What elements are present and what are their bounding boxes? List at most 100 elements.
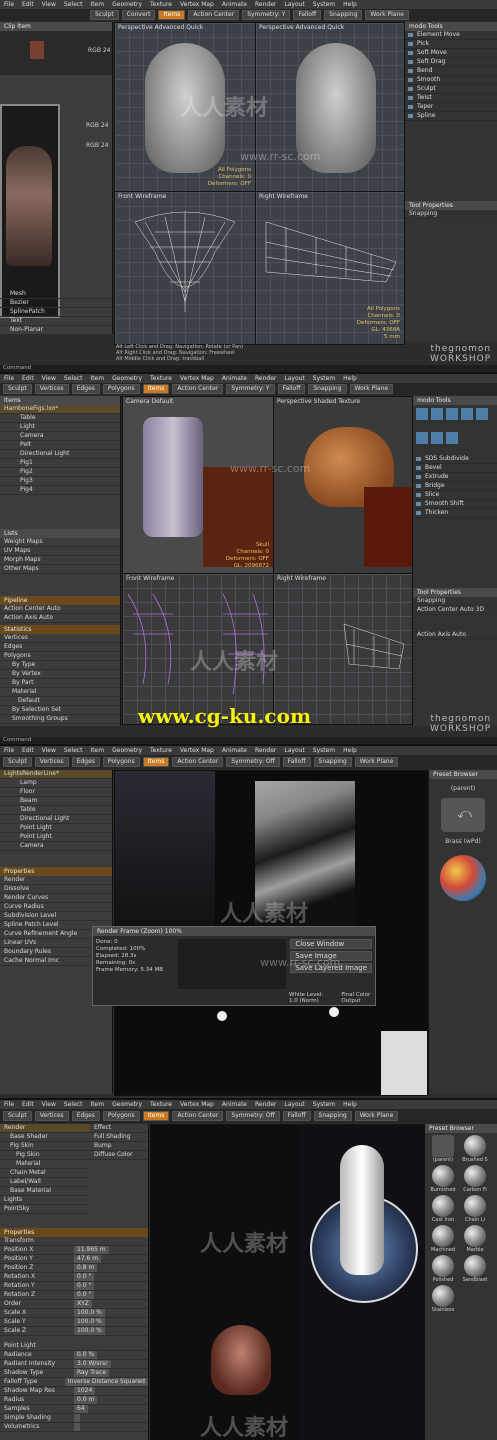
preset-tile[interactable]: Polished xyxy=(427,1255,459,1283)
menu-select[interactable]: Select xyxy=(64,747,83,754)
sculpt-button[interactable]: Sculpt xyxy=(90,10,119,20)
viewport-right[interactable]: Right Wireframe All Polygons Channels: 0… xyxy=(255,191,405,345)
reference-image-window[interactable] xyxy=(0,104,60,318)
stat-row[interactable]: By Part xyxy=(0,679,120,688)
property-value-field[interactable]: 1024 xyxy=(74,1387,96,1395)
property-row[interactable]: Position X 11.965 m xyxy=(0,1246,148,1255)
menu-layout[interactable]: Layout xyxy=(284,747,304,754)
shader-item[interactable]: Label/Wall xyxy=(0,1178,90,1187)
tool-icon[interactable] xyxy=(416,408,428,420)
menu-file[interactable]: File xyxy=(4,1101,14,1108)
viewport-right-wire[interactable]: Right Wireframe xyxy=(273,573,413,725)
menu-file[interactable]: File xyxy=(4,747,14,754)
final-color-output-select[interactable]: Final Color Output xyxy=(341,992,375,1004)
tool-icon[interactable] xyxy=(446,408,458,420)
menu-edit[interactable]: Edit xyxy=(22,1101,34,1108)
shader-item[interactable]: Base Shader xyxy=(0,1133,90,1142)
preset-tile[interactable]: Chain Li xyxy=(459,1195,491,1223)
property-value-field[interactable] xyxy=(74,1423,80,1431)
tool-sds-subdivide[interactable]: SDS Subdivide xyxy=(413,455,497,464)
effect-value[interactable]: Full Shading xyxy=(90,1133,148,1142)
action-center-button[interactable]: Action Center xyxy=(188,10,240,20)
property-value-field[interactable]: 64 xyxy=(74,1405,88,1413)
property-value-field[interactable]: 3.0 W/srsr xyxy=(74,1360,111,1368)
falloff-button[interactable]: Falloff xyxy=(282,1111,311,1121)
tool-smooth-shift[interactable]: Smooth Shift xyxy=(413,500,497,509)
property-value-field[interactable]: 47.6 m xyxy=(74,1255,102,1263)
menu-layout[interactable]: Layout xyxy=(284,1101,304,1108)
vertices-button[interactable]: Vertices xyxy=(34,757,69,767)
stat-row[interactable]: By Vertex xyxy=(0,670,120,679)
stat-row[interactable]: By Type xyxy=(0,661,120,670)
list-item[interactable]: Weight Maps xyxy=(0,538,120,547)
items-button[interactable]: Items xyxy=(142,757,170,767)
list-item[interactable]: Pig3 xyxy=(0,477,120,486)
property-row[interactable]: Rotation X 0.0 ° xyxy=(0,1273,148,1282)
property-value-field[interactable]: 0.0 % xyxy=(74,1351,98,1359)
list-item[interactable]: Action Center Auto xyxy=(0,605,120,614)
edges-button[interactable]: Edges xyxy=(71,757,100,767)
list-item[interactable]: Lamp xyxy=(0,779,112,788)
preset-tile[interactable]: Burnished xyxy=(427,1165,459,1193)
viewport-perspective-right[interactable]: Perspective Advanced Quick xyxy=(255,22,405,192)
list-item[interactable]: Pig4 xyxy=(0,486,120,495)
prop-row[interactable]: Render xyxy=(0,876,112,885)
menu-vertex-map[interactable]: Vertex Map xyxy=(180,1,214,8)
stat-row[interactable]: Smoothing Groups xyxy=(0,715,120,724)
shader-item[interactable]: Base Material xyxy=(0,1187,90,1196)
preset-tile[interactable]: Brushed S xyxy=(459,1135,491,1163)
menu-texture[interactable]: Texture xyxy=(150,1,172,8)
list-item-non-planar[interactable]: Non-Planar xyxy=(0,326,112,334)
snapping-button[interactable]: Snapping xyxy=(313,1111,352,1121)
menu-render[interactable]: Render xyxy=(255,375,276,382)
prop-row[interactable]: Curve Radius xyxy=(0,903,112,912)
prop-row[interactable]: Subdivision Level xyxy=(0,912,112,921)
tool-pick[interactable]: Pick xyxy=(405,40,497,49)
snapping-button[interactable]: Snapping xyxy=(313,757,352,767)
list-item[interactable]: Pelt xyxy=(0,441,120,450)
shader-item[interactable]: PointSky xyxy=(0,1205,90,1214)
viewport-textured[interactable]: Perspective Shaded Texture xyxy=(273,396,413,574)
menu-help[interactable]: Help xyxy=(343,747,357,754)
list-item-text[interactable]: Text xyxy=(0,317,112,326)
effect-value[interactable]: Diffuse Color xyxy=(90,1151,148,1160)
list-item[interactable]: LightsRenderLine* xyxy=(0,770,112,779)
property-row[interactable]: Position Z 0.8 m xyxy=(0,1264,148,1273)
material-preview-sphere[interactable] xyxy=(440,855,486,901)
light-property-row[interactable]: Shadow Type Ray Trace xyxy=(0,1369,148,1378)
property-value-field[interactable]: 0.0 ° xyxy=(74,1273,95,1281)
perspective-viewport[interactable] xyxy=(299,1124,425,1440)
menu-texture[interactable]: Texture xyxy=(150,375,172,382)
menu-view[interactable]: View xyxy=(42,1,56,8)
menu-geometry[interactable]: Geometry xyxy=(112,375,142,382)
tool-bend[interactable]: Bend xyxy=(405,67,497,76)
menu-file[interactable]: File xyxy=(4,375,14,382)
tool-icon[interactable] xyxy=(446,431,458,444)
shader-item[interactable]: Pig Skin xyxy=(0,1142,90,1151)
shader-item[interactable]: Pig Skin xyxy=(0,1151,90,1160)
tool-thicken[interactable]: Thicken xyxy=(413,509,497,518)
falloff-button[interactable]: Falloff xyxy=(282,757,311,767)
menu-file[interactable]: File xyxy=(4,1,14,8)
action-center-row[interactable]: Action Center Auto 3D xyxy=(413,606,497,615)
menu-render[interactable]: Render xyxy=(255,747,276,754)
viewport-front[interactable]: Front Wireframe xyxy=(114,191,256,345)
items-button[interactable]: Items xyxy=(158,10,186,20)
items-button[interactable]: Items xyxy=(142,1111,170,1121)
light-property-row[interactable]: Shadow Map Res 1024 xyxy=(0,1387,148,1396)
vertices-button[interactable]: Vertices xyxy=(34,384,69,394)
viewport-camera[interactable]: Camera Default Skull Channels: 0 Deforme… xyxy=(122,396,274,574)
vertices-button[interactable]: Vertices xyxy=(34,1111,69,1121)
property-row[interactable]: Position Y 47.6 m xyxy=(0,1255,148,1264)
menu-render[interactable]: Render xyxy=(255,1101,276,1108)
work-plane-button[interactable]: Work Plane xyxy=(354,757,399,767)
list-item[interactable]: UV Maps xyxy=(0,547,120,556)
stat-row[interactable]: Material xyxy=(0,688,120,697)
action-center-button[interactable]: Action Center xyxy=(172,757,224,767)
action-center-button[interactable]: Action Center xyxy=(172,1111,224,1121)
shader-item[interactable]: Material xyxy=(0,1160,90,1169)
preset-tile[interactable]: Sandblast xyxy=(459,1255,491,1283)
menu-render[interactable]: Render xyxy=(255,1,276,8)
menu-animate[interactable]: Animate xyxy=(222,747,247,754)
property-value-field[interactable] xyxy=(74,1414,80,1422)
